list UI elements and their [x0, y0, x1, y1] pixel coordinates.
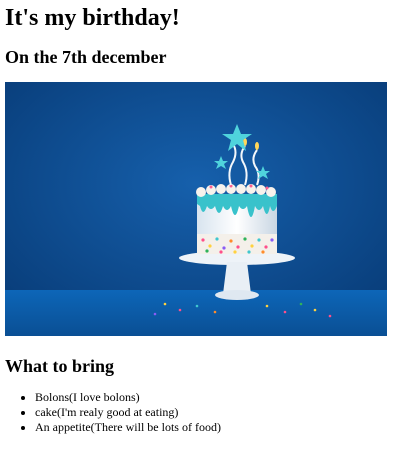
birthday-cake-image [5, 82, 387, 336]
list-item: cake(I'm realy good at eating) [35, 405, 221, 420]
page-subtitle: On the 7th december [5, 47, 167, 67]
list-item: An appetite(There will be lots of food) [35, 420, 221, 435]
page-title: It's my birthday! [5, 5, 180, 31]
bring-list: Bolons(I love bolons) cake(I'm realy goo… [0, 390, 221, 435]
list-item: Bolons(I love bolons) [35, 390, 221, 405]
bring-heading: What to bring [5, 356, 115, 376]
birthday-page: It's my birthday! On the 7th december Wh… [0, 0, 417, 454]
